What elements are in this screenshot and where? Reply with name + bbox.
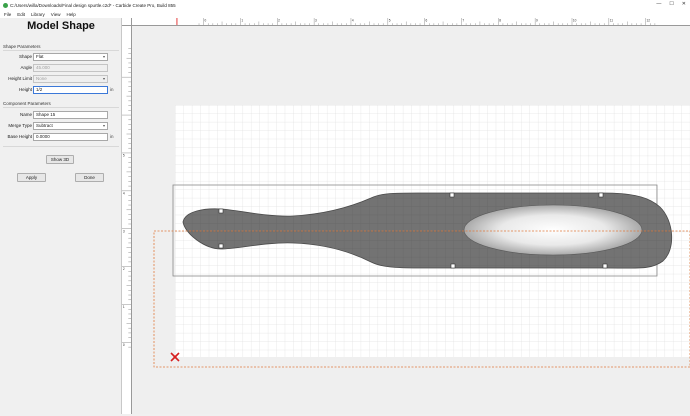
angle-field[interactable]: 45.000 — [33, 64, 108, 72]
ruler-label: 4 — [352, 19, 354, 23]
ruler-label: 7 — [462, 19, 464, 23]
height-value: 1/2 — [36, 87, 43, 92]
shape-select[interactable]: Flat ▾ — [33, 53, 108, 61]
height-unit: in — [110, 87, 114, 92]
bowl-dome[interactable] — [463, 204, 643, 256]
component-parameters-divider — [3, 107, 119, 108]
maximize-button[interactable]: ☐ — [669, 1, 673, 7]
node-handle[interactable] — [218, 243, 224, 249]
ruler-label: 5 — [389, 19, 391, 23]
ruler-label: 11 — [610, 19, 614, 23]
apply-button[interactable]: Apply — [17, 173, 46, 182]
name-row: Name Shape 15 — [0, 111, 122, 119]
ruler-corner — [122, 18, 132, 26]
ruler-label: 12 — [647, 19, 651, 23]
ruler-label: 1 — [123, 305, 125, 309]
ruler-position-marker — [176, 18, 178, 25]
base-height-value: 0.0000 — [36, 134, 50, 139]
menu-edit[interactable]: Edit — [17, 12, 25, 17]
node-handle[interactable] — [449, 192, 455, 198]
ruler-label: 9 — [536, 19, 538, 23]
node-handle[interactable] — [450, 263, 456, 269]
app-icon — [3, 2, 8, 8]
menu-view[interactable]: View — [51, 12, 61, 17]
base-height-row: Base Height 0.0000 in — [0, 133, 122, 141]
panel-title: Model Shape — [27, 20, 95, 32]
close-button[interactable]: ✕ — [682, 1, 686, 7]
height-limit-value: None — [36, 76, 47, 81]
model-shape-panel: Model Shape Shape Parameters Shape Flat … — [0, 18, 122, 414]
ruler-label: 0 — [205, 19, 207, 23]
ruler-label: 1 — [241, 19, 243, 23]
height-limit-row: Height Limit None ▾ — [0, 75, 122, 83]
shape-parameters-heading: Shape Parameters — [3, 44, 41, 49]
component-parameters-heading: Component Parameters — [3, 101, 51, 106]
height-field[interactable]: 1/2 — [33, 86, 108, 94]
angle-value: 45.000 — [36, 65, 50, 70]
shape-parameters-divider — [3, 50, 119, 51]
height-limit-label: Height Limit — [8, 76, 32, 81]
shape-value: Flat — [36, 54, 44, 59]
ruler-label: 10 — [573, 19, 577, 23]
merge-type-value: Subtract — [36, 123, 53, 128]
done-button[interactable]: Done — [75, 173, 104, 182]
ruler-label: 3 — [315, 19, 317, 23]
height-limit-select[interactable]: None ▾ — [33, 75, 108, 83]
ruler-label: 2 — [123, 267, 125, 271]
menu-library[interactable]: Library — [31, 12, 45, 17]
panel-divider — [3, 146, 119, 147]
angle-label: Angle — [20, 65, 32, 70]
ruler-label: 4 — [123, 191, 125, 195]
node-handle[interactable] — [602, 263, 608, 269]
minimize-button[interactable]: — — [656, 1, 661, 7]
menu-help[interactable]: Help — [66, 12, 75, 17]
menu-bar: File Edit Library View Help — [0, 10, 690, 18]
chevron-down-icon: ▾ — [102, 54, 105, 59]
window-title: C:/Users/willa/Downloads/Final design sp… — [10, 2, 176, 8]
angle-row: Angle 45.000 — [0, 64, 122, 72]
shape-row: Shape Flat ▾ — [0, 53, 122, 61]
merge-type-row: Merge Type Subtract ▾ — [0, 122, 122, 130]
window-controls: — ☐ ✕ — [656, 1, 686, 7]
ruler-label: 8 — [499, 19, 501, 23]
merge-type-label: Merge Type — [8, 123, 32, 128]
ruler-label: 0 — [123, 343, 125, 347]
ruler-label: 3 — [123, 229, 125, 233]
chevron-down-icon: ▾ — [102, 123, 105, 128]
menu-file[interactable]: File — [4, 12, 11, 17]
base-height-unit: in — [110, 134, 114, 139]
design-canvas[interactable] — [133, 27, 690, 414]
name-field[interactable]: Shape 15 — [33, 111, 108, 119]
base-height-label: Base Height — [7, 134, 32, 139]
ruler-label: 6 — [426, 19, 428, 23]
title-bar: C:/Users/willa/Downloads/Final design sp… — [0, 0, 690, 10]
horizontal-ruler: 0 1 2 3 4 5 6 7 8 9 10 11 12 — [132, 18, 690, 26]
show-3d-button[interactable]: Show 3D — [46, 155, 74, 164]
chevron-down-icon: ▾ — [102, 76, 105, 81]
height-row: Height 1/2 in — [0, 86, 122, 94]
height-label: Height — [18, 87, 32, 92]
shape-label: Shape — [18, 54, 32, 59]
ruler-label: 2 — [278, 19, 280, 23]
vertical-ruler: 5 4 3 2 1 0 — [122, 26, 132, 414]
name-value: Shape 15 — [36, 112, 56, 117]
merge-type-select[interactable]: Subtract ▾ — [33, 122, 108, 130]
name-label: Name — [19, 112, 32, 117]
ruler-label: 5 — [123, 154, 125, 158]
node-handle[interactable] — [598, 192, 604, 198]
canvas-svg[interactable] — [133, 27, 690, 414]
base-height-field[interactable]: 0.0000 — [33, 133, 108, 141]
node-handle[interactable] — [218, 208, 224, 214]
